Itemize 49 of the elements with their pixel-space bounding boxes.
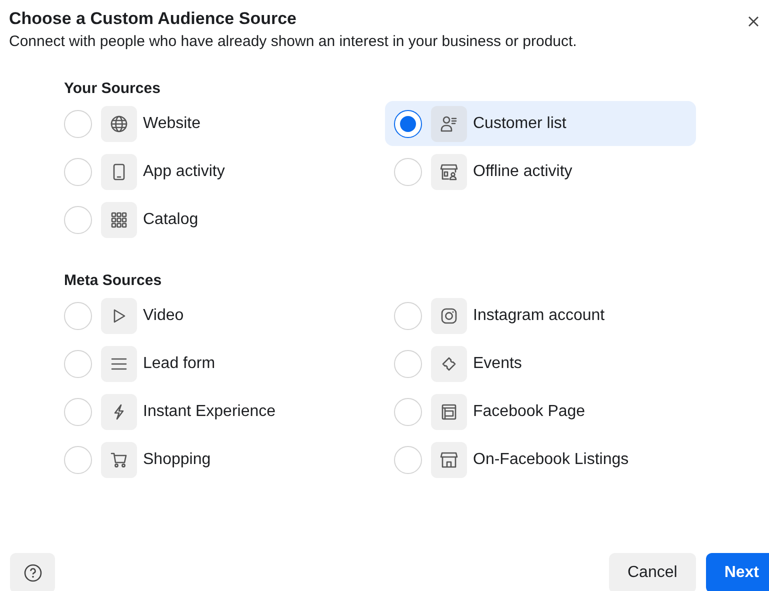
source-option[interactable]: Instagram account: [385, 293, 696, 338]
menu-icon: [101, 346, 137, 382]
close-icon[interactable]: [748, 16, 759, 27]
section-heading: Your Sources: [64, 80, 162, 98]
option-label: Lead form: [143, 354, 216, 374]
source-option[interactable]: Customer list: [385, 101, 696, 146]
dialog-subtitle: Connect with people who have already shown an interest in your business or product.: [9, 32, 578, 52]
source-option[interactable]: Video: [55, 293, 375, 338]
option-label: Website: [143, 114, 201, 134]
source-option[interactable]: Shopping: [55, 437, 375, 482]
instagram-icon: [431, 298, 467, 334]
grid-icon: [101, 202, 137, 238]
source-option[interactable]: Lead form: [55, 341, 375, 386]
person-list-icon: [431, 106, 467, 142]
dialog-title: Choose a Custom Audience Source: [9, 9, 296, 29]
option-label: Video: [143, 306, 184, 326]
option-label: Offline activity: [473, 162, 572, 182]
help-button[interactable]: [10, 553, 55, 591]
option-label: Instant Experience: [143, 402, 276, 422]
option-label: App activity: [143, 162, 225, 182]
option-label: Instagram account: [473, 306, 605, 326]
radio-button[interactable]: [394, 110, 422, 138]
option-label: Facebook Page: [473, 402, 586, 422]
option-label: Catalog: [143, 210, 198, 230]
phone-icon: [101, 154, 137, 190]
source-option[interactable]: Offline activity: [385, 149, 696, 194]
help-icon: [24, 564, 42, 582]
source-option[interactable]: App activity: [55, 149, 375, 194]
option-label: Shopping: [143, 450, 211, 470]
source-option[interactable]: Events: [385, 341, 696, 386]
source-option[interactable]: Website: [55, 101, 375, 146]
page-icon: [431, 394, 467, 430]
source-option[interactable]: On-Facebook Listings: [385, 437, 696, 482]
globe-icon: [101, 106, 137, 142]
ticket-icon: [431, 346, 467, 382]
source-option[interactable]: Catalog: [55, 197, 375, 242]
option-label: Customer list: [473, 114, 566, 134]
source-option[interactable]: Instant Experience: [55, 389, 375, 434]
next-button[interactable]: Next: [706, 553, 769, 591]
cart-icon: [101, 442, 137, 478]
play-icon: [101, 298, 137, 334]
source-option[interactable]: Facebook Page: [385, 389, 696, 434]
cancel-button[interactable]: Cancel: [608, 553, 696, 591]
option-label: On-Facebook Listings: [473, 450, 629, 470]
lightning-icon: [101, 394, 137, 430]
store-icon: [431, 154, 467, 190]
section-heading: Meta Sources: [64, 272, 163, 290]
store-icon: [431, 442, 467, 478]
option-label: Events: [473, 354, 522, 374]
